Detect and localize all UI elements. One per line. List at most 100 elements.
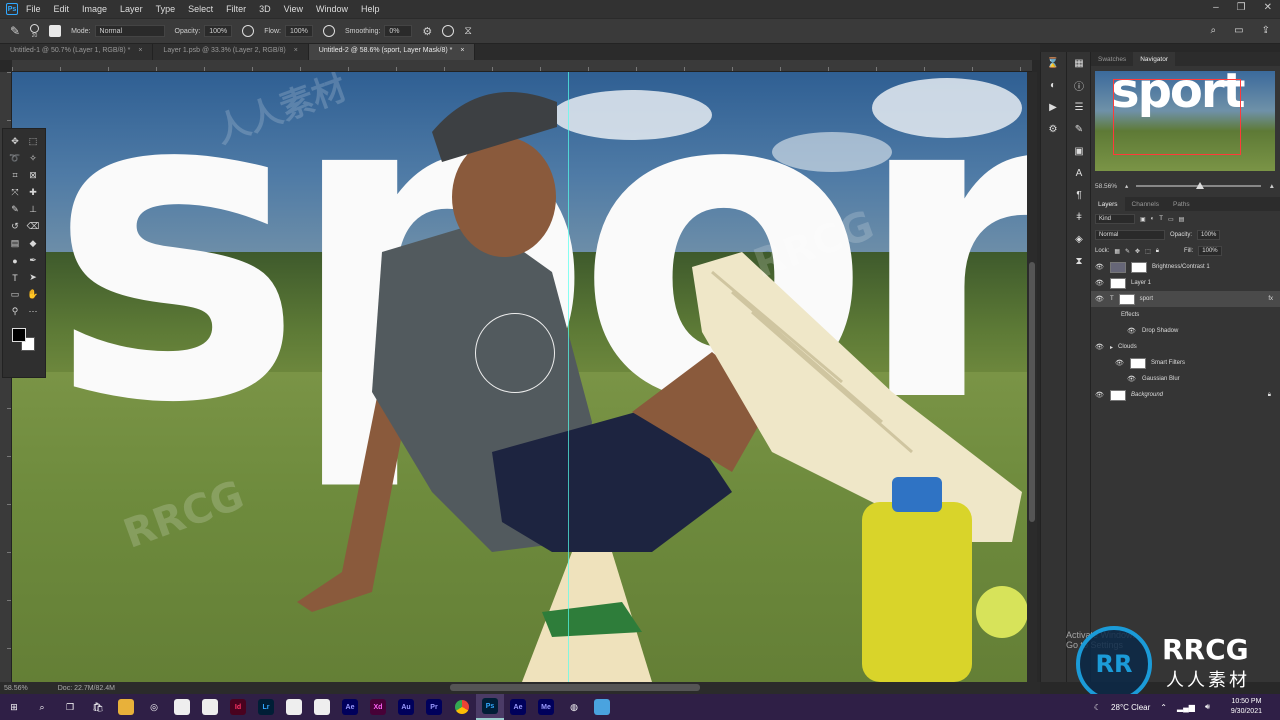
filter-smart-icon[interactable]: ▤	[1179, 216, 1185, 223]
libraries-icon[interactable]: ▦	[1067, 52, 1091, 74]
lasso-tool-icon[interactable]: ➰	[6, 150, 24, 167]
effect-row[interactable]: 👁︎ Drop Shadow	[1091, 323, 1280, 339]
eye-icon[interactable]: 👁︎	[1127, 375, 1137, 383]
menu-3d[interactable]: 3D	[259, 4, 271, 14]
task-view-button[interactable]: ❐	[56, 694, 84, 720]
menu-view[interactable]: View	[284, 4, 303, 14]
close-icon[interactable]: ×	[294, 47, 298, 57]
share-icon[interactable]: ⇪	[1262, 25, 1270, 36]
layer-opacity-input[interactable]: 100%	[1197, 230, 1221, 240]
menu-filter[interactable]: Filter	[226, 4, 246, 14]
filter-shape-icon[interactable]: ▭	[1168, 216, 1174, 223]
smoothing-input[interactable]: 0%	[384, 25, 413, 37]
pen-tool-icon[interactable]: ✒	[24, 252, 42, 269]
actions-icon[interactable]: ▶	[1041, 96, 1065, 118]
crop-tool-icon[interactable]: ⌗	[6, 167, 24, 184]
zoom-level[interactable]: 58.56%	[4, 685, 28, 692]
history-icon[interactable]: ⌛	[1041, 52, 1065, 74]
navigator-thumbnail[interactable]: sport	[1095, 71, 1275, 171]
more-tools-icon[interactable]: ⋯	[24, 303, 42, 320]
taskbar-doc-3[interactable]	[280, 694, 308, 720]
guide-line[interactable]	[568, 72, 569, 682]
brush-settings-icon[interactable]	[49, 25, 62, 37]
glyphs-icon[interactable]: ǂ	[1067, 206, 1091, 228]
taskbar-media-encoder[interactable]: Me	[532, 694, 560, 720]
volume-icon[interactable]: 🔊︎	[1205, 702, 1210, 712]
taskbar-doc-2[interactable]	[196, 694, 224, 720]
menu-image[interactable]: Image	[82, 4, 107, 14]
zoom-tool-icon[interactable]: ⚲	[6, 303, 24, 320]
taskbar-clock[interactable]: 10:50 PM 9/30/2021	[1231, 697, 1262, 717]
search-button[interactable]: ⌕	[28, 694, 56, 720]
info-icon[interactable]: ⓘ	[1067, 74, 1091, 96]
minimize-icon[interactable]: –	[1213, 2, 1219, 13]
styles-icon[interactable]: ▣	[1067, 140, 1091, 162]
layer-row[interactable]: 👁︎ Brightness/Contrast 1	[1091, 259, 1280, 275]
menu-layer[interactable]: Layer	[120, 4, 143, 14]
weather-text[interactable]: 28°C Clear	[1111, 703, 1150, 712]
filter-adjust-icon[interactable]: ◐	[1151, 216, 1155, 222]
zoom-slider-knob[interactable]	[1195, 182, 1204, 189]
lock-move-icon[interactable]: ✥	[1135, 248, 1140, 255]
chevron-up-icon[interactable]: ⌃	[1160, 703, 1167, 712]
stamp-tool-icon[interactable]: ⊥	[24, 201, 42, 218]
layer-mask-thumbnail[interactable]	[1118, 293, 1135, 305]
pressure-opacity-icon[interactable]	[242, 25, 255, 37]
close-icon[interactable]: ×	[138, 47, 142, 57]
brush-tool-icon[interactable]: ✎	[10, 24, 20, 38]
tab-channels[interactable]: Channels	[1125, 197, 1166, 211]
zoom-in-icon[interactable]: ▲	[1269, 183, 1275, 190]
properties-icon[interactable]: ⚙	[1041, 118, 1065, 140]
flow-input[interactable]: 100%	[284, 25, 313, 37]
scroll-thumb[interactable]	[1029, 262, 1035, 522]
layer-row-selected[interactable]: 👁︎ Tsport fx	[1091, 291, 1280, 307]
taskbar-globe[interactable]: ◍	[560, 694, 588, 720]
layer-row[interactable]: 👁︎ Background 🔒︎	[1091, 387, 1280, 403]
menu-type[interactable]: Type	[156, 4, 176, 14]
move-tool-icon[interactable]: ✥	[6, 133, 24, 150]
lock-pixels-icon[interactable]: ▦	[1114, 248, 1120, 255]
tab-layers[interactable]: Layers	[1091, 197, 1125, 211]
timeline-icon[interactable]: ⧗	[1067, 250, 1091, 272]
eye-icon[interactable]: 👁︎	[1095, 343, 1105, 351]
gradient-tool-icon[interactable]: ▤	[6, 235, 24, 252]
blend-mode-select[interactable]: Normal	[1095, 230, 1165, 240]
search-icon[interactable]: ⌕	[1211, 25, 1217, 36]
zoom-slider[interactable]	[1136, 182, 1261, 189]
path-select-icon[interactable]: ➤	[24, 269, 42, 286]
menu-file[interactable]: File	[26, 4, 41, 14]
airbrush-icon[interactable]	[322, 25, 335, 37]
taskbar-animate[interactable]: Ae	[504, 694, 532, 720]
layer-mask-thumbnail[interactable]	[1131, 261, 1147, 273]
zoom-out-icon[interactable]: ▴	[1125, 182, 1128, 190]
pressure-size-icon[interactable]	[442, 25, 455, 37]
quick-select-tool-icon[interactable]: ✧	[24, 150, 42, 167]
vertical-scrollbar[interactable]	[1027, 72, 1037, 682]
brush-tool-icon[interactable]: ✎	[6, 201, 24, 218]
menu-select[interactable]: Select	[188, 4, 213, 14]
gear-icon[interactable]: ⚙	[422, 25, 432, 38]
taskbar-premiere[interactable]: Pr	[420, 694, 448, 720]
healing-tool-icon[interactable]: ✚	[24, 184, 42, 201]
dodge-tool-icon[interactable]: ●	[6, 252, 24, 269]
adjustments-icon[interactable]: ☰	[1067, 96, 1091, 118]
filter-mask-thumbnail[interactable]	[1130, 357, 1146, 369]
close-icon[interactable]: ✕	[1264, 2, 1272, 13]
eye-icon[interactable]: 👁︎	[1095, 295, 1105, 303]
type-tool-icon[interactable]: T	[6, 269, 24, 286]
filter-row[interactable]: 👁︎ Gaussian Blur	[1091, 371, 1280, 387]
eye-icon[interactable]: 👁︎	[1095, 391, 1105, 399]
symmetry-icon[interactable]: ⧖	[464, 25, 472, 38]
frame-tool-icon[interactable]: ⊠	[24, 167, 42, 184]
taskbar-explorer[interactable]	[112, 694, 140, 720]
navigator-zoom-value[interactable]: 58.56%	[1095, 183, 1117, 190]
lock-artboard-icon[interactable]: ⬚	[1145, 248, 1151, 255]
effects-row[interactable]: Effects	[1091, 307, 1280, 323]
brushes-icon[interactable]: ✎	[1067, 118, 1091, 140]
eraser-tool-icon[interactable]: ⌫	[24, 218, 42, 235]
taskbar-indesign[interactable]: Id	[224, 694, 252, 720]
eye-icon[interactable]: 👁︎	[1095, 263, 1105, 271]
close-icon[interactable]: ×	[460, 47, 464, 57]
filter-type-icon[interactable]: T	[1159, 216, 1163, 222]
menu-edit[interactable]: Edit	[54, 4, 70, 14]
